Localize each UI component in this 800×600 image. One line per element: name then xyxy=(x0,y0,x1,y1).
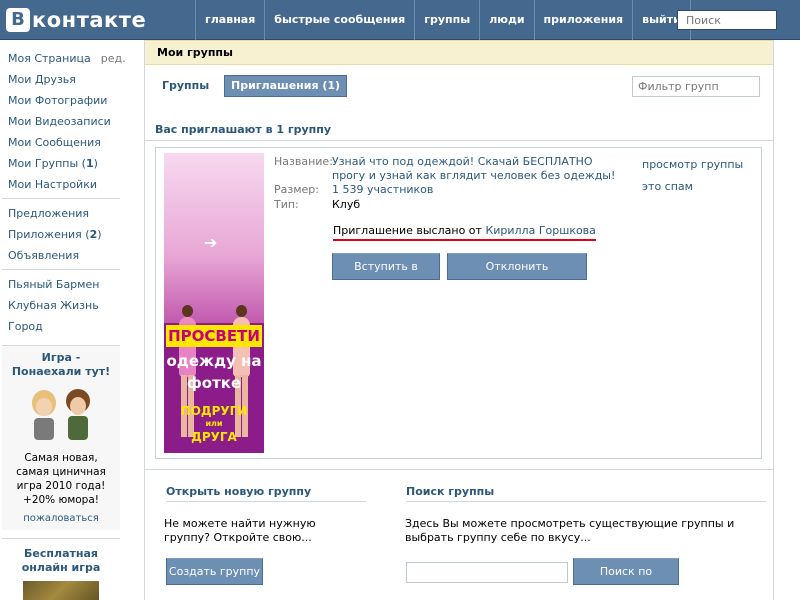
report-link[interactable]: пожаловаться xyxy=(8,513,114,524)
nav-quick-messages[interactable]: быстрые сообщения xyxy=(264,0,414,40)
divider xyxy=(145,140,773,141)
create-group-text: Не можете найти нужную группу? Откройте … xyxy=(164,517,316,544)
invitation-card: ➔ ПРОСВЕТИ одежду на фотке ПОДРУГИ или Д… xyxy=(155,147,762,459)
game-promo[interactable]: Игра - Понаехали тут! Самая новая, самая… xyxy=(2,345,120,530)
create-group-button[interactable]: Создать группу xyxy=(166,558,263,585)
sidebar-item-label: Мои Видеозаписи xyxy=(8,115,111,128)
nav-apps[interactable]: приложения xyxy=(533,0,633,40)
invites-section-title: Вас приглашают в 1 группу xyxy=(155,123,332,136)
group-search-input[interactable] xyxy=(406,562,568,583)
sender-link[interactable]: Кирилла Горшкова xyxy=(485,224,595,237)
divider xyxy=(2,198,120,199)
sidebar-item-photos[interactable]: Мои Фотографии xyxy=(0,90,122,111)
search-input[interactable] xyxy=(677,10,777,30)
promo-image[interactable] xyxy=(23,581,99,600)
banner-footer: ПОДРУГИ или ДРУГА xyxy=(164,403,264,445)
search-groups-button[interactable]: Поиск по группам xyxy=(573,558,679,600)
sidebar-item-label: Мои Друзья xyxy=(8,73,76,86)
top-bar: B контакте главная быстрые сообщения гру… xyxy=(0,0,800,40)
sidebar-item-videos[interactable]: Мои Видеозаписи xyxy=(0,111,122,132)
sidebar-item-my-page[interactable]: Моя Страница ред. xyxy=(0,48,126,69)
banner-line-or: или xyxy=(205,419,223,428)
members-count-link[interactable]: 1 539 участников xyxy=(332,183,433,196)
search-group-title: Поиск группы xyxy=(406,485,495,498)
sidebar-item-label: Мои Сообщения xyxy=(8,136,101,149)
sidebar-item-messages[interactable]: Мои Сообщения xyxy=(0,132,122,153)
name-label: Название: xyxy=(274,155,333,168)
promo-text: Самая новая, самая циничная игра 2010 го… xyxy=(16,452,106,506)
create-group-title: Открыть новую группу xyxy=(166,485,312,498)
type-value: Клуб xyxy=(332,198,361,211)
sidebar-item-label: Клубная Жизнь xyxy=(8,299,99,312)
arrow-icon: ➔ xyxy=(204,233,218,252)
promo-title[interactable]: Бесплатная онлайн игра xyxy=(2,547,120,575)
sidebar-item-label: Предложения xyxy=(8,207,90,220)
sidebar: Моя Страница ред. Мои Друзья Мои Фотограф… xyxy=(0,48,126,600)
sidebar-item-label: Мои Фотографии xyxy=(8,94,108,107)
sidebar-item-label: Мои Настройки xyxy=(8,178,97,191)
sidebar-item-label: Мои Группы xyxy=(8,157,79,170)
search-group-text: Здесь Вы можете просмотреть существующие… xyxy=(405,517,735,544)
tab-groups[interactable]: Группы xyxy=(162,79,209,92)
size-label: Размер: xyxy=(274,183,319,196)
banner-subline: одежду на фотке xyxy=(166,352,262,392)
view-group-link[interactable]: просмотр группы xyxy=(642,158,743,171)
top-nav: главная быстрые сообщения группы люди пр… xyxy=(195,0,691,40)
group-banner-image[interactable]: ➔ ПРОСВЕТИ одежду на фотке ПОДРУГИ или Д… xyxy=(164,153,264,453)
tab-invitations[interactable]: Приглашения (1) xyxy=(224,75,348,97)
divider xyxy=(166,501,366,502)
sidebar-item-suggestions[interactable]: Предложения xyxy=(0,203,122,224)
banner-headline: ПРОСВЕТИ xyxy=(166,325,262,347)
edit-link[interactable]: ред. xyxy=(101,52,126,65)
groups-count: 1 xyxy=(85,157,94,170)
join-group-button[interactable]: Вступить в группу xyxy=(332,253,440,298)
sidebar-item-ads[interactable]: Объявления xyxy=(0,245,122,266)
sidebar-item-label: Пьяный Бармен xyxy=(8,278,100,291)
vkontakte-logo[interactable]: B контакте xyxy=(6,6,146,34)
decline-invitation-button[interactable]: Отклонить приглашение xyxy=(447,253,587,298)
type-label: Тип: xyxy=(274,198,299,211)
sidebar-item-label[interactable]: Моя Страница xyxy=(8,52,91,65)
divider xyxy=(145,469,773,470)
page-title: Мои группы xyxy=(145,40,773,65)
promo-image[interactable] xyxy=(22,385,100,445)
sidebar-item-app-club-life[interactable]: Клубная Жизнь xyxy=(0,295,122,316)
main-content: Мои группы Группы Приглашения (1) Вас пр… xyxy=(144,40,774,600)
group-name-link[interactable]: Узнай что под одеждой! Скачай БЕСПЛАТНО … xyxy=(332,155,617,183)
sidebar-item-label: Объявления xyxy=(8,249,80,262)
sidebar-item-app-bartender[interactable]: Пьяный Бармен xyxy=(0,274,122,295)
sidebar-item-label: Город xyxy=(8,320,43,333)
sidebar-item-friends[interactable]: Мои Друзья xyxy=(0,69,122,90)
divider xyxy=(2,269,120,270)
banner-line-friend: ДРУГА xyxy=(191,430,237,444)
invitation-sender: Приглашение выслано от Кирилла Горшкова xyxy=(333,224,596,241)
banner-line-friends: ПОДРУГИ xyxy=(180,404,248,418)
sidebar-item-label: Приложения xyxy=(8,228,82,241)
logo-letter: B xyxy=(6,8,30,32)
sent-text: Приглашение выслано от xyxy=(333,224,482,237)
nav-groups[interactable]: группы xyxy=(414,0,479,40)
report-spam-link[interactable]: это спам xyxy=(642,180,693,193)
game-promo-2[interactable]: Бесплатная онлайн игра xyxy=(2,538,120,600)
nav-home[interactable]: главная xyxy=(195,0,264,40)
divider xyxy=(406,501,766,502)
sidebar-item-settings[interactable]: Мои Настройки xyxy=(0,174,122,195)
logo-text: контакте xyxy=(32,8,147,32)
sidebar-item-app-city[interactable]: Город xyxy=(0,316,122,337)
promo-title[interactable]: Игра - Понаехали тут! xyxy=(8,351,114,379)
sidebar-item-apps[interactable]: Приложения (2) xyxy=(0,224,122,245)
sidebar-item-groups[interactable]: Мои Группы (1) xyxy=(0,153,122,174)
group-filter-input[interactable] xyxy=(632,76,760,97)
nav-people[interactable]: люди xyxy=(479,0,533,40)
apps-count: 2 xyxy=(89,228,98,241)
